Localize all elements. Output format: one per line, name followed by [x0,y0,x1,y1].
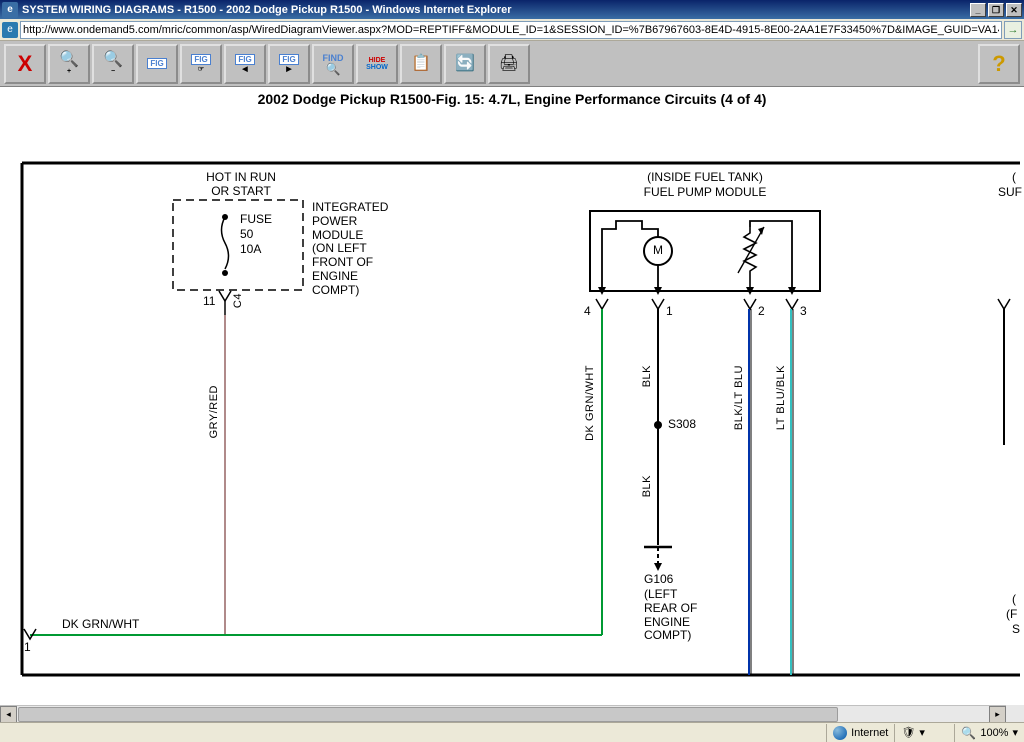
scroll-left-arrow[interactable]: ◂ [0,706,17,723]
zoom-in-button[interactable]: 🔍+ [48,44,90,84]
motor-label: M [653,244,663,258]
cut-label-g2: (F [1006,608,1017,622]
help-button[interactable]: ? [978,44,1020,84]
close-diagram-button[interactable]: X [4,44,46,84]
zoom-icon: 🔍 [961,726,976,740]
diagram-title: 2002 Dodge Pickup R1500-Fig. 15: 4.7L, E… [0,87,1024,115]
fuse-label: FUSE [240,213,272,227]
cut-label-sur: SUF [998,186,1022,200]
fuel-header-2: FUEL PUMP MODULE [590,186,820,200]
go-button[interactable]: → [1004,21,1022,39]
shield-icon: 🛡 [901,726,915,739]
refresh-button[interactable]: 🔄 [444,44,486,84]
wire-blk-ltblu: BLK/LT BLU [733,365,746,430]
scroll-thumb[interactable] [18,707,838,722]
zoom-pane[interactable]: 🔍 100% ▾ [954,724,1024,742]
fig-nav-button[interactable]: FIG [136,44,178,84]
scroll-right-arrow[interactable]: ▸ [989,706,1006,723]
fuse-number: 50 [240,228,253,242]
window-title: SYSTEM WIRING DIAGRAMS - R1500 - 2002 Do… [22,4,970,16]
cut-label-g3: S [1012,623,1020,637]
status-bar: Internet 🛡▾ 🔍 100% ▾ [0,722,1024,742]
ground-g106: G106 [644,573,673,587]
security-zone-pane: Internet [826,724,894,742]
wire-dkgrnwht: DK GRN/WHT [584,365,597,441]
diagram-viewport[interactable]: HOT IN RUN OR START FUSE 50 10A INTEGRAT… [0,115,1024,715]
wire-gry-red: GRY/RED [208,385,221,438]
address-bar: e → [0,19,1024,41]
internet-zone-icon [833,726,847,740]
diagram-svg [0,115,1024,715]
ground-location: (LEFT REAR OF ENGINE COMPT) [644,588,697,643]
fig-next-button[interactable]: FIG▶ [268,44,310,84]
zoom-dropdown-icon[interactable]: ▾ [1012,726,1018,739]
fuel-pin-4: 4 [584,305,591,319]
ipm-pin-11: 11 [203,295,215,309]
hide-show-button[interactable]: HIDESHOW [356,44,398,84]
fig-select-button[interactable]: FIG☞ [180,44,222,84]
wire-blk-top: BLK [641,365,654,387]
wire-blk-bot: BLK [641,475,654,497]
copy-button[interactable]: 📋 [400,44,442,84]
splice-s308: S308 [668,418,696,432]
close-button[interactable]: ✕ [1006,3,1022,17]
hot-in-run-label: HOT IN RUN OR START [176,171,306,199]
protected-mode-pane[interactable]: 🛡▾ [894,724,954,742]
fuel-pin-2: 2 [758,305,765,319]
minimize-button[interactable]: _ [970,3,986,17]
address-input[interactable] [20,21,1002,39]
wire-dkgrnwht-bottom: DK GRN/WHT [62,618,139,632]
fuel-pin-1: 1 [666,305,673,319]
scrollbar-corner [1006,705,1024,722]
cut-label-g1: ( [1012,593,1016,607]
page-icon: e [2,22,18,38]
print-button[interactable]: 🖨 [488,44,530,84]
wire-ltblu-blk: LT BLU/BLK [775,365,788,430]
ie-icon: e [2,2,18,18]
app-toolbar: X 🔍+ 🔍− FIG FIG☞ FIG◀ FIG▶ FIND🔍 HIDESHO… [0,41,1024,87]
ipm-conn-c4: C4 [232,293,245,308]
fuel-pin-3: 3 [800,305,807,319]
zoom-value: 100% [980,727,1008,739]
cut-label-top-paren: ( [1012,171,1016,185]
content-area: 2002 Dodge Pickup R1500-Fig. 15: 4.7L, E… [0,87,1024,715]
find-button[interactable]: FIND🔍 [312,44,354,84]
wiring-diagram: HOT IN RUN OR START FUSE 50 10A INTEGRAT… [0,115,1024,715]
fuel-header-1: (INSIDE FUEL TANK) [590,171,820,185]
zoom-out-button[interactable]: 🔍− [92,44,134,84]
fig-prev-button[interactable]: FIG◀ [224,44,266,84]
horizontal-scrollbar[interactable]: ◂ ▸ [0,705,1006,722]
maximize-button[interactable]: ❐ [988,3,1004,17]
window-titlebar: e SYSTEM WIRING DIAGRAMS - R1500 - 2002 … [0,0,1024,19]
fuse-amp: 10A [240,243,261,257]
bottom-pin-1: 1 [24,641,31,655]
ipm-label: INTEGRATED POWER MODULE (ON LEFT FRONT O… [312,201,388,298]
zone-label: Internet [851,727,888,739]
